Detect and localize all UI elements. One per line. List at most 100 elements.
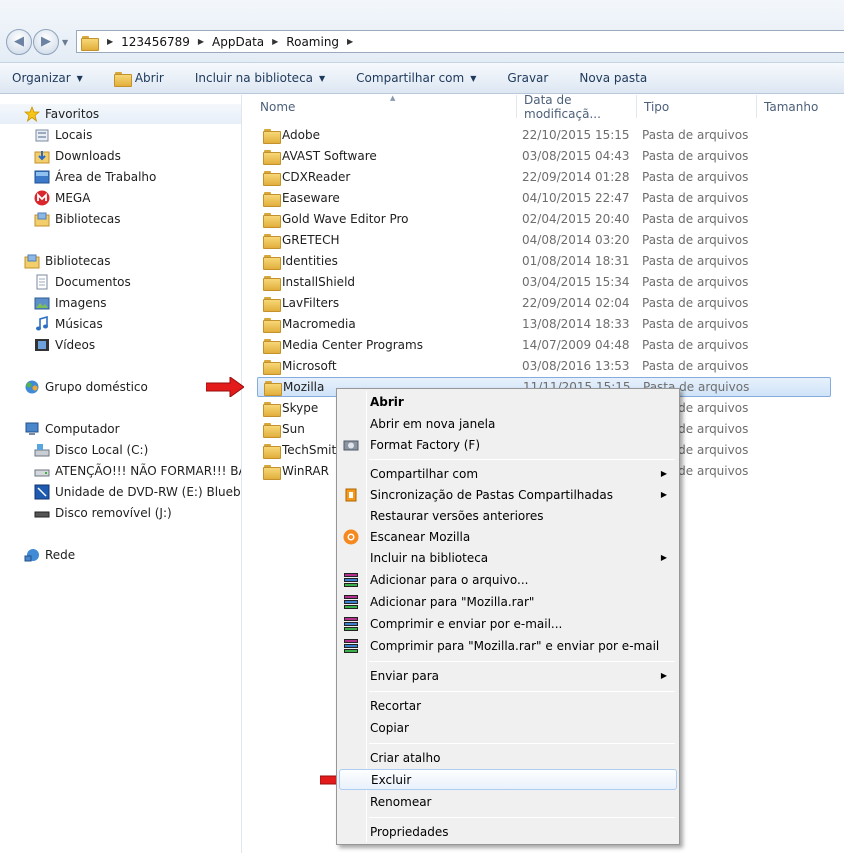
menu-item-send-to[interactable]: Enviar para ▶ (339, 665, 677, 686)
menu-item-add-archive[interactable]: Adicionar para o arquivo... (339, 569, 677, 590)
libraries-icon (24, 254, 40, 269)
file-row[interactable]: Identities 01/08/2014 18:31 Pasta de arqui… (257, 251, 831, 271)
menu-item-rename[interactable]: Renomear (339, 791, 677, 812)
nav-favorites-label: Favoritos (45, 107, 100, 121)
mega-logo-icon (34, 190, 50, 206)
arrow-right-icon: ▶ (41, 34, 51, 49)
file-name: WinRAR (282, 464, 329, 478)
file-type: Pasta de arquivos (642, 212, 749, 226)
menu-item-open-new-window[interactable]: Abrir em nova janela (339, 413, 677, 434)
include-library-label: Incluir na biblioteca (194, 71, 314, 85)
nav-images[interactable]: Imagens (0, 293, 106, 313)
file-row[interactable]: AVAST Software 03/08/2015 04:43 Pasta de a… (257, 146, 831, 166)
nav-network-label: Rede (45, 548, 76, 562)
menu-item-restore-versions[interactable]: Restaurar versões anteriores (339, 505, 677, 526)
file-row[interactable]: Adobe 22/10/2015 15:15 Pasta de arquivos (257, 125, 831, 145)
file-row[interactable]: GRETECH 04/08/2014 03:20 Pasta de arquivos (257, 230, 831, 250)
file-row[interactable]: Easeware 04/10/2015 22:47 Pasta de arquivo… (257, 188, 831, 208)
nav-local-disk[interactable]: Disco Local (C:) (0, 440, 148, 460)
folder-icon (263, 317, 281, 333)
file-row[interactable]: Media Center Programs 14/07/2009 04:48 Pas… (257, 335, 831, 355)
nav-computer-label: Computador (45, 422, 120, 436)
folder-icon (263, 464, 281, 480)
file-row[interactable]: CDXReader 22/09/2014 01:28 Pasta de arquiv… (257, 167, 831, 187)
organize-button[interactable]: Organizar ▼ (12, 71, 83, 85)
menu-item-compress-email[interactable]: Comprimir e enviar por e-mail... (339, 613, 677, 634)
nav-homegroup[interactable]: Grupo doméstico (0, 377, 148, 397)
menu-item-scan[interactable]: Escanear Mozilla (339, 526, 677, 547)
nav-network[interactable]: Rede (0, 545, 75, 565)
nav-videos[interactable]: Vídeos (0, 335, 95, 355)
include-library-button[interactable]: Incluir na biblioteca ▼ (195, 71, 325, 85)
nav-places-label: Locais (55, 128, 93, 142)
red-arrow-icon (206, 377, 244, 397)
chevron-right-icon[interactable]: ▶ (272, 37, 278, 46)
column-header-size[interactable]: Tamanho (757, 95, 844, 118)
menu-item-cut[interactable]: Recortar (339, 695, 677, 716)
menu-restore-versions-label: Restaurar versões anteriores (370, 508, 544, 523)
nav-warning-disk[interactable]: ATENÇÃO!!! NÃO FORMAR!!! BACK (0, 461, 241, 481)
nav-favorites[interactable]: Favoritos (0, 104, 241, 124)
removable-drive-icon (34, 511, 50, 518)
nav-desktop[interactable]: Área de Trabalho (0, 167, 156, 187)
nav-dvd[interactable]: Unidade de DVD-RW (E:) Bluebirds (0, 482, 241, 502)
breadcrumb-roaming[interactable]: Roaming (286, 35, 339, 49)
open-button[interactable]: Abrir (113, 71, 164, 87)
file-row[interactable]: LavFilters 22/09/2014 02:04 Pasta de arqui… (257, 293, 831, 313)
folder-open-icon (113, 71, 132, 87)
menu-item-share-with[interactable]: Compartilhar com ▶ (339, 463, 677, 484)
menu-add-archive-label: Adicionar para o arquivo... (370, 572, 529, 587)
forward-button[interactable]: ▶ (33, 29, 59, 55)
chevron-right-icon[interactable]: ▶ (107, 37, 113, 46)
nav-mega[interactable]: MEGA (0, 188, 90, 208)
breadcrumb-appdata[interactable]: AppData (212, 35, 264, 49)
file-name: Adobe (282, 128, 320, 142)
menu-item-open[interactable]: Abrir (339, 391, 677, 412)
menu-item-copy[interactable]: Copiar (339, 717, 677, 738)
recent-pages-dropdown[interactable]: ▼ (62, 38, 68, 47)
folder-icon (263, 254, 281, 270)
format-factory-icon (343, 440, 359, 451)
address-bar[interactable]: ▶ 123456789 ▶ AppData ▶ Roaming ▶ (76, 30, 844, 53)
chevron-right-icon[interactable]: ▶ (347, 37, 353, 46)
nav-libraries[interactable]: Bibliotecas (0, 251, 110, 271)
menu-copy-label: Copiar (370, 720, 409, 735)
nav-downloads[interactable]: Downloads (0, 146, 121, 166)
file-row[interactable]: Gold Wave Editor Pro 02/04/2015 20:40 Past… (257, 209, 831, 229)
column-header-name[interactable]: Nome ▲ (253, 94, 517, 118)
menu-delete-label: Excluir (371, 772, 412, 787)
new-folder-button[interactable]: Nova pasta (579, 71, 647, 85)
file-row[interactable]: Microsoft 03/08/2016 13:53 Pasta de arquiv… (257, 356, 831, 376)
chevron-right-icon[interactable]: ▶ (198, 37, 204, 46)
open-label: Abrir (134, 71, 164, 85)
nav-libraries-fav[interactable]: Bibliotecas (0, 209, 120, 229)
folder-icon (263, 212, 281, 228)
menu-item-create-shortcut[interactable]: Criar atalho (339, 747, 677, 768)
column-header-date[interactable]: Data de modificaçã... (517, 93, 637, 121)
nav-documents[interactable]: Documentos (0, 272, 131, 292)
file-date: 04/08/2014 03:20 (522, 233, 630, 247)
file-name: InstallShield (282, 275, 356, 289)
menu-item-include-library[interactable]: Incluir na biblioteca ▶ (339, 547, 677, 568)
share-with-button[interactable]: Compartilhar com ▼ (356, 71, 476, 85)
libraries-icon (34, 212, 50, 227)
file-type: Pasta de arquivos (642, 338, 749, 352)
menu-item-delete[interactable]: Excluir (339, 769, 677, 790)
menu-item-add-rar[interactable]: Adicionar para "Mozilla.rar" (339, 591, 677, 612)
menu-item-properties[interactable]: Propriedades (339, 821, 677, 842)
back-button[interactable]: ◀ (6, 29, 32, 55)
nav-music[interactable]: Músicas (0, 314, 103, 334)
menu-item-sync-folders[interactable]: Sincronização de Pastas Compartilhadas ▶ (339, 484, 677, 505)
menu-item-compress-rar-email[interactable]: Comprimir para "Mozilla.rar" e enviar po… (339, 635, 677, 656)
nav-removable[interactable]: Disco removível (J:) (0, 503, 172, 523)
breadcrumb-user[interactable]: 123456789 (121, 35, 190, 49)
burn-button[interactable]: Gravar (507, 71, 548, 85)
file-row[interactable]: InstallShield 03/04/2015 15:34 Pasta de ar… (257, 272, 831, 292)
menu-item-format-factory[interactable]: Format Factory (F) (339, 434, 677, 455)
nav-places[interactable]: Locais (0, 125, 92, 145)
column-header-type[interactable]: Tipo (637, 95, 757, 118)
file-row[interactable]: Macromedia 13/08/2014 18:33 Pasta de arqui… (257, 314, 831, 334)
nav-computer[interactable]: Computador (0, 419, 120, 439)
folder-icon (263, 128, 281, 144)
nav-mega-label: MEGA (55, 191, 91, 205)
